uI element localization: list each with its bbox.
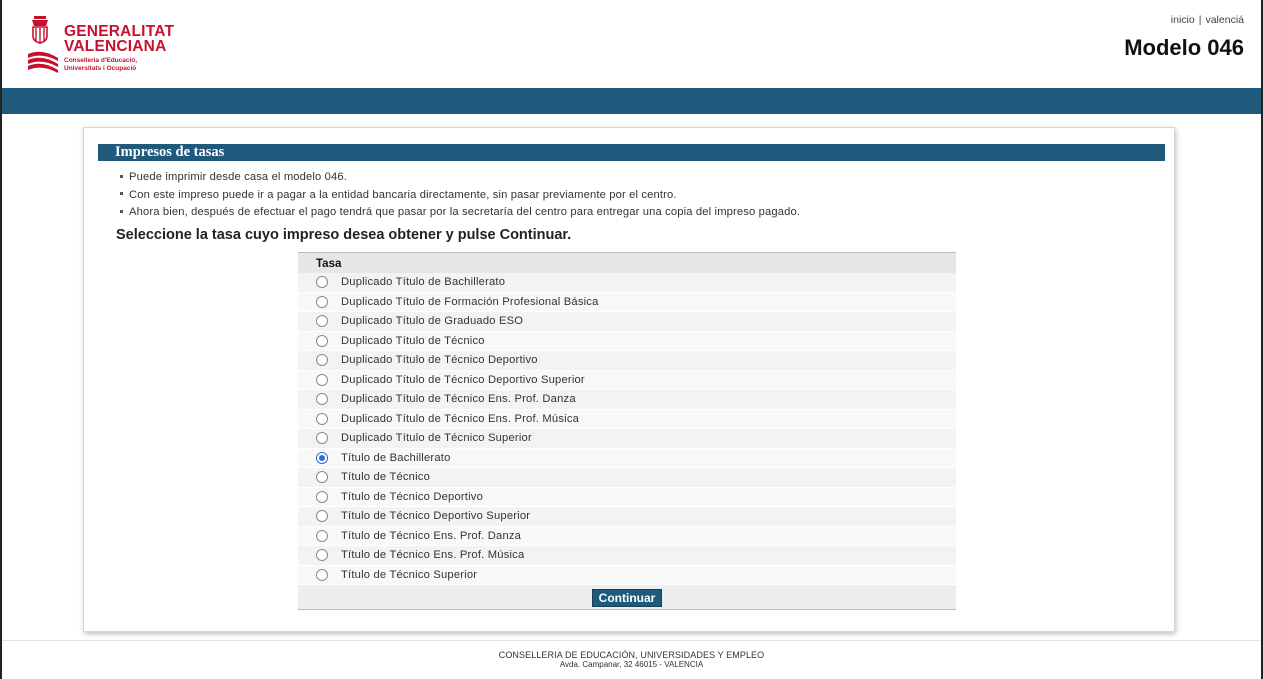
radio-button[interactable] xyxy=(316,432,328,445)
logo-subtitle-line1: Conselleria d'Educació, xyxy=(64,57,138,64)
language-link[interactable]: valenciá xyxy=(1205,14,1244,26)
fee-option-row[interactable]: Título de Técnico Ens. Prof. Danza xyxy=(298,526,956,546)
logo-subtitle-line2: Universitats i Ocupació xyxy=(64,65,137,72)
navigation-bar xyxy=(2,88,1261,114)
fee-options-list: Duplicado Título de Bachillerato Duplica… xyxy=(298,273,956,585)
generalitat-logo[interactable]: GENERALITAT VALENCIANA Conselleria d'Edu… xyxy=(26,14,186,78)
fee-option-label: Duplicado Título de Graduado ESO xyxy=(341,315,524,328)
fee-option-row[interactable]: Título de Técnico Superior xyxy=(298,565,956,585)
home-link[interactable]: inicio xyxy=(1171,14,1195,26)
fee-option-label: Título de Bachillerato xyxy=(341,451,451,464)
instruction-text: Seleccione la tasa cuyo impreso desea ob… xyxy=(116,227,572,243)
fee-option-label: Duplicado Título de Técnico Deportivo xyxy=(341,354,538,367)
fee-option-label: Título de Técnico Ens. Prof. Danza xyxy=(341,529,522,542)
fee-option-label: Duplicado Título de Técnico Ens. Prof. D… xyxy=(341,393,576,406)
radio-button[interactable] xyxy=(316,490,328,503)
radio-button[interactable] xyxy=(316,315,328,328)
link-separator: | xyxy=(1198,14,1202,26)
fee-option-label: Título de Técnico Ens. Prof. Música xyxy=(341,549,525,562)
info-list-item: Puede imprimir desde casa el modelo 046. xyxy=(120,169,800,187)
page-footer: CONSELLERIA DE EDUCACIÓN, UNIVERSIDADES … xyxy=(2,640,1261,679)
top-links: inicio | valenciá xyxy=(1171,14,1244,26)
fee-option-label: Duplicado Título de Técnico Superior xyxy=(341,432,532,445)
fee-option-label: Duplicado Título de Técnico Ens. Prof. M… xyxy=(341,412,580,425)
fee-option-label: Duplicado Título de Técnico xyxy=(341,334,485,347)
panel-heading: Impresos de tasas xyxy=(98,144,1165,161)
fee-option-label: Título de Técnico Superior xyxy=(341,568,478,581)
radio-button[interactable] xyxy=(316,334,328,347)
table-header: Tasa xyxy=(298,252,956,273)
fee-option-label: Duplicado Título de Bachillerato xyxy=(341,276,506,289)
fee-option-label: Duplicado Título de Formación Profesiona… xyxy=(341,295,599,308)
info-list-item: Con este impreso puede ir a pagar a la e… xyxy=(120,187,800,205)
fee-option-row[interactable]: Título de Técnico xyxy=(298,468,956,488)
fee-option-label: Título de Técnico xyxy=(341,471,431,484)
fees-panel: Impresos de tasas Puede imprimir desde c… xyxy=(83,127,1175,632)
radio-button[interactable] xyxy=(316,354,328,367)
fee-selection-table: Tasa Duplicado Título de Bachillerato Du… xyxy=(298,252,956,610)
fee-option-label: Título de Técnico Deportivo xyxy=(341,490,483,503)
fee-option-row[interactable]: Duplicado Título de Técnico Deportivo xyxy=(298,351,956,371)
fee-option-row[interactable]: Duplicado Título de Formación Profesiona… xyxy=(298,292,956,312)
page-header: GENERALITAT VALENCIANA Conselleria d'Edu… xyxy=(2,0,1261,88)
fee-option-row[interactable]: Duplicado Título de Técnico Deportivo Su… xyxy=(298,370,956,390)
radio-button[interactable] xyxy=(316,510,328,523)
bullet-icon xyxy=(120,174,123,178)
info-list: Puede imprimir desde casa el modelo 046.… xyxy=(120,169,800,222)
radio-button[interactable] xyxy=(316,451,328,464)
fee-option-row[interactable]: Título de Técnico Deportivo xyxy=(298,487,956,507)
radio-button[interactable] xyxy=(316,412,328,425)
radio-button[interactable] xyxy=(316,295,328,308)
fee-option-row[interactable]: Duplicado Título de Técnico Superior xyxy=(298,429,956,449)
bullet-icon xyxy=(120,209,123,213)
radio-button[interactable] xyxy=(316,393,328,406)
radio-button[interactable] xyxy=(316,568,328,581)
generalitat-emblem-icon xyxy=(28,16,58,73)
continue-button[interactable]: Continuar xyxy=(591,589,663,607)
footer-address: Avda. Campanar, 32 46015 - VALENCIA xyxy=(559,660,704,669)
fee-option-row[interactable]: Título de Bachillerato xyxy=(298,448,956,468)
radio-button[interactable] xyxy=(316,471,328,484)
page-title: Modelo 046 xyxy=(1124,35,1244,60)
fee-option-row[interactable]: Duplicado Título de Técnico Ens. Prof. D… xyxy=(298,390,956,410)
fee-option-row[interactable]: Título de Técnico Ens. Prof. Música xyxy=(298,546,956,566)
fee-option-label: Duplicado Título de Técnico Deportivo Su… xyxy=(341,373,585,386)
footer-organization: CONSELLERIA DE EDUCACIÓN, UNIVERSIDADES … xyxy=(498,650,765,660)
bullet-icon xyxy=(120,192,123,196)
fee-option-row[interactable]: Título de Técnico Deportivo Superior xyxy=(298,507,956,527)
fee-option-row[interactable]: Duplicado Título de Técnico Ens. Prof. M… xyxy=(298,409,956,429)
logo-title-line2: VALENCIANA xyxy=(64,38,167,55)
table-footer: Continuar xyxy=(298,585,956,610)
fee-option-row[interactable]: Duplicado Título de Técnico xyxy=(298,331,956,351)
info-list-item: Ahora bien, después de efectuar el pago … xyxy=(120,204,800,222)
fee-option-label: Título de Técnico Deportivo Superior xyxy=(341,510,531,523)
radio-button[interactable] xyxy=(316,529,328,542)
fee-option-row[interactable]: Duplicado Título de Bachillerato xyxy=(298,273,956,293)
radio-button[interactable] xyxy=(316,276,328,289)
radio-button[interactable] xyxy=(316,373,328,386)
radio-button[interactable] xyxy=(316,549,328,562)
fee-option-row[interactable]: Duplicado Título de Graduado ESO xyxy=(298,312,956,332)
